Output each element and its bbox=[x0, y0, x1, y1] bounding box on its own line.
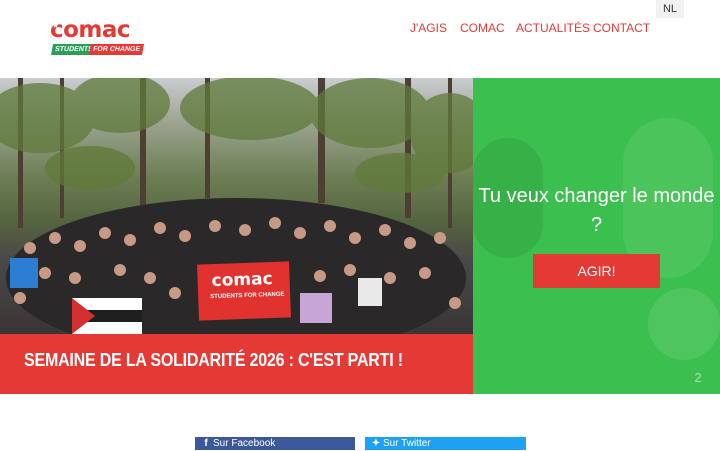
banner-wordmark: comac bbox=[211, 268, 273, 292]
twitter-icon: ✦ bbox=[371, 438, 381, 449]
facebook-icon: f bbox=[204, 438, 208, 449]
site-header: comac ★ STUDENTS FOR CHANGE J'AGIS COMAC… bbox=[0, 0, 720, 78]
cta-title: Tu veux changer le monde ? bbox=[478, 185, 715, 236]
hero-caption-bar[interactable]: SEMAINE DE LA SOLIDARITÉ 2026 : C'EST PA… bbox=[0, 334, 473, 394]
share-twitter-label: Sur Twitter bbox=[383, 438, 431, 449]
nav-item-jagis[interactable]: J'AGIS bbox=[410, 20, 447, 36]
banner-tagline: STUDENTS FOR CHANGE bbox=[210, 291, 285, 301]
share-facebook-button[interactable]: f Sur Facebook bbox=[195, 437, 355, 450]
cta-photo-overlay bbox=[648, 288, 720, 360]
comac-banner: comac STUDENTS FOR CHANGE bbox=[197, 261, 291, 321]
logo-tag-for-change: FOR CHANGE bbox=[89, 44, 145, 55]
share-twitter-button[interactable]: ✦ Sur Twitter bbox=[365, 437, 526, 450]
share-facebook-label: Sur Facebook bbox=[213, 438, 276, 449]
hero-photo[interactable]: comac STUDENTS FOR CHANGE bbox=[0, 78, 473, 334]
cta-panel: Tu veux changer le monde ? AGIR! bbox=[473, 78, 720, 394]
nav-item-contact[interactable]: CONTACT bbox=[593, 20, 650, 36]
hero-headline[interactable]: SEMAINE DE LA SOLIDARITÉ 2026 : C'EST PA… bbox=[24, 350, 403, 373]
main-nav: J'AGIS COMAC ACTUALITÉS CONTACT bbox=[0, 20, 720, 36]
nav-item-actualites[interactable]: ACTUALITÉS bbox=[516, 20, 590, 36]
agir-button[interactable]: AGIR! bbox=[533, 254, 660, 288]
nav-item-comac[interactable]: COMAC bbox=[460, 20, 505, 36]
slide-indicator[interactable]: 2 bbox=[687, 369, 709, 387]
language-switch-nl[interactable]: NL bbox=[656, 0, 684, 18]
